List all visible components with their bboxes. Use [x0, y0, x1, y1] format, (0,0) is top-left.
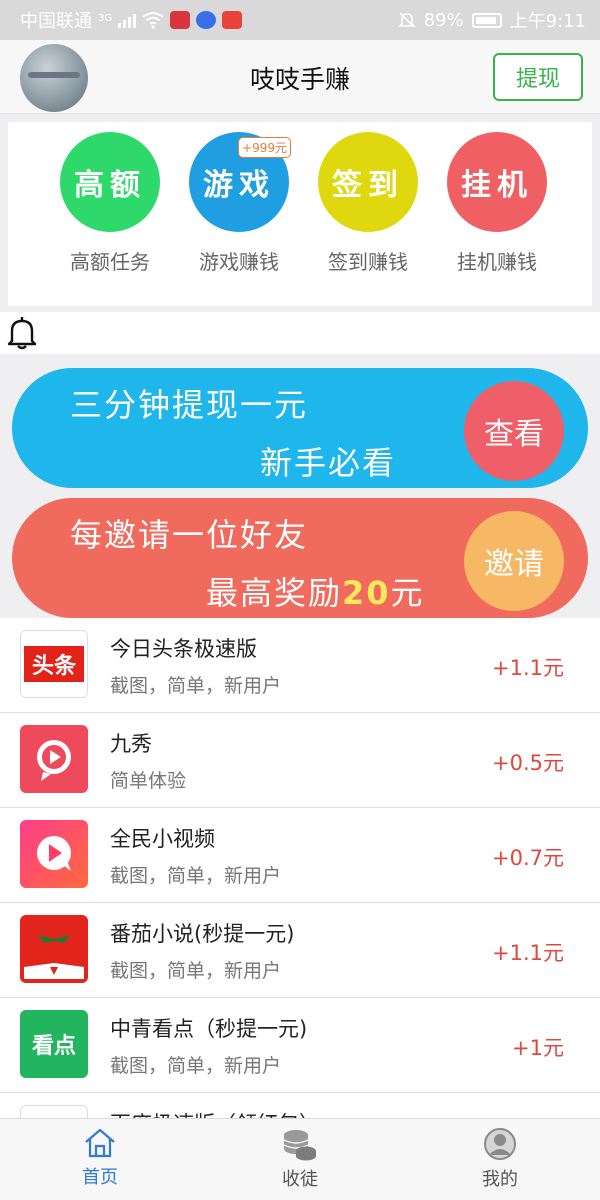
signal-icon [118, 12, 137, 28]
battery-percent: 89% [423, 9, 464, 31]
task-list: 头条 今日头条极速版 截图，简单，新用户 +1.1元 九秀 简单体验 +0.5元… [0, 618, 600, 1118]
shop-notification-icon [222, 11, 243, 29]
banner-reward-amount: 20 [342, 574, 391, 612]
tab-label: 我的 [482, 1169, 518, 1190]
tab-home[interactable]: 首页 [40, 1127, 160, 1189]
task-reward: +1元 [512, 1036, 564, 1060]
bottom-tab-bar: 首页 收徒 我的 [0, 1118, 600, 1200]
task-name: 番茄小说(秒提一元) [110, 922, 295, 946]
task-desc: 截图，简单，新用户 [110, 960, 282, 982]
battery-icon [471, 12, 502, 28]
list-item[interactable]: 全民小视频 截图，简单，新用户 +0.7元 [0, 808, 600, 903]
status-bar: 中国联通 3G 89% 上午9:11 [0, 0, 600, 40]
task-name: 百度极速版（领红包） [110, 1108, 320, 1118]
task-name: 全民小视频 [110, 827, 215, 851]
reward-badge: +999元 [238, 137, 291, 158]
category-circle: 游戏 +999元 [189, 132, 291, 232]
task-desc: 截图，简单，新用户 [110, 865, 282, 887]
task-desc: 截图，简单，新用户 [110, 1055, 282, 1077]
category-label: 挂机赚钱 [457, 250, 537, 274]
kandian-icon: 看点 [20, 1010, 88, 1078]
coins-icon [283, 1130, 316, 1161]
tab-recruit[interactable]: 收徒 [240, 1127, 360, 1191]
tab-label: 首页 [82, 1167, 118, 1188]
category-circle-text: 游戏 [203, 168, 275, 203]
banner-subline: 最高奖励20元 [206, 568, 425, 614]
list-item[interactable]: 番茄小说(秒提一元) 截图，简单，新用户 +1.1元 [0, 903, 600, 998]
mute-icon [397, 12, 416, 28]
category-idle[interactable]: 挂机 挂机赚钱 [442, 132, 552, 275]
toutiao-icon-text: 头条 [24, 646, 84, 682]
video-bubble-icon [20, 820, 88, 888]
view-button[interactable]: 查看 [464, 381, 564, 481]
task-name: 今日头条极速版 [110, 637, 257, 661]
banner-subline-prefix: 最高奖励 [206, 574, 343, 612]
task-reward: +1.1元 [492, 656, 564, 680]
category-high-reward[interactable]: 高额 高额任务 [55, 132, 165, 275]
toutiao-icon: 头条 [20, 630, 88, 698]
list-item[interactable]: 百度极速版（领红包） [0, 1093, 600, 1118]
withdraw-button[interactable]: 提现 [493, 53, 583, 101]
category-circle: 高额 [60, 132, 160, 232]
task-reward: +0.5元 [492, 751, 564, 775]
task-desc: 简单体验 [110, 770, 187, 792]
kandian-icon-text: 看点 [31, 1034, 76, 1059]
app-notification-icon [170, 11, 191, 29]
category-game[interactable]: 游戏 +999元 游戏赚钱 [184, 132, 294, 275]
category-circle: 签到 [318, 132, 418, 232]
invite-banner[interactable]: 每邀请一位好友 最高奖励20元 邀请 [12, 498, 588, 618]
invite-button[interactable]: 邀请 [464, 511, 564, 611]
tab-profile[interactable]: 我的 [440, 1127, 560, 1191]
music-notification-icon [196, 11, 217, 29]
banner-subline-suffix: 元 [390, 574, 425, 612]
category-panel: 高额 高额任务 游戏 +999元 游戏赚钱 签到 签到赚钱 挂机 挂机赚钱 [8, 122, 592, 306]
app-header: 吱吱手赚 提现 [0, 40, 600, 114]
banner-subline: 新手必看 [260, 444, 397, 482]
task-reward: +1.1元 [492, 941, 564, 965]
user-icon [484, 1128, 516, 1160]
network-type: 3G [98, 13, 113, 24]
bell-icon [7, 317, 37, 350]
task-desc: 截图，简单，新用户 [110, 675, 282, 697]
category-label: 签到赚钱 [328, 250, 408, 274]
carrier-label: 中国联通 [20, 11, 92, 32]
tomato-icon [20, 915, 88, 983]
wifi-icon [142, 12, 164, 29]
category-checkin[interactable]: 签到 签到赚钱 [313, 132, 423, 275]
tab-label: 收徒 [282, 1169, 318, 1190]
banner-headline: 每邀请一位好友 [70, 516, 309, 554]
task-name: 中青看点（秒提一元) [110, 1017, 308, 1041]
list-item[interactable]: 九秀 简单体验 +0.5元 [0, 713, 600, 808]
newbie-guide-banner[interactable]: 三分钟提现一元 新手必看 查看 [12, 368, 588, 488]
baidu-icon [20, 1105, 88, 1118]
task-name: 九秀 [110, 732, 152, 756]
task-reward: +0.7元 [492, 846, 564, 870]
banner-headline: 三分钟提现一元 [70, 386, 309, 424]
notice-bar[interactable] [0, 312, 600, 354]
clock: 上午9:11 [509, 11, 586, 32]
list-item[interactable]: 看点 中青看点（秒提一元) 截图，简单，新用户 +1元 [0, 998, 600, 1093]
play-bubble-icon [20, 725, 88, 793]
list-item[interactable]: 头条 今日头条极速版 截图，简单，新用户 +1.1元 [0, 618, 600, 713]
home-icon [85, 1128, 115, 1158]
category-circle: 挂机 [447, 132, 547, 232]
category-label: 高额任务 [70, 250, 150, 274]
category-label: 游戏赚钱 [199, 250, 279, 274]
